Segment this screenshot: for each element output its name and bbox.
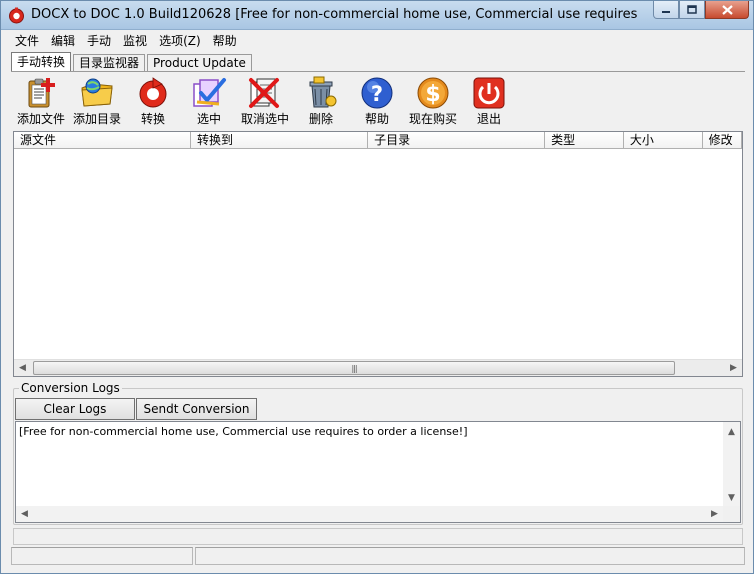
select-button[interactable]: 选中 [181, 76, 237, 130]
help-icon: ? [361, 77, 393, 109]
app-logo-icon [9, 7, 24, 24]
column-convert-to[interactable]: 转换到 [191, 132, 369, 149]
title-bar[interactable]: DOCX to DOC 1.0 Build120628 [Free for no… [1, 1, 753, 30]
log-scroll-right-icon[interactable]: ▶ [706, 506, 723, 522]
minimize-icon [662, 10, 670, 13]
file-list-header: 源文件 转换到 子目录 类型 大小 修改 [14, 132, 742, 149]
convert-label: 转换 [140, 112, 165, 126]
delete-label: 删除 [308, 112, 333, 126]
log-text: [Free for non-commercial home use, Comme… [19, 425, 468, 438]
tab-divider [11, 71, 745, 72]
add-folder-button[interactable]: 添加目录 [69, 76, 125, 130]
menu-help[interactable]: 帮助 [207, 31, 243, 51]
log-scroll-left-icon[interactable]: ◀ [16, 506, 33, 522]
select-label: 选中 [196, 112, 221, 126]
tab-folder-monitor[interactable]: 目录监视器 [73, 54, 146, 72]
send-conversion-errors-button[interactable]: Sendt Conversion Errors [136, 398, 257, 436]
minimize-button[interactable] [653, 1, 679, 19]
log-vscrollbar[interactable]: ▲ ▼ [723, 422, 740, 507]
add-folder-label: 添加目录 [72, 112, 121, 126]
clear-logs-button[interactable]: Clear Logs [15, 398, 135, 420]
add-file-button[interactable]: 添加文件 [13, 76, 69, 130]
scroll-up-icon[interactable]: ▲ [723, 424, 740, 440]
exit-button[interactable]: 退出 [461, 76, 517, 130]
column-source-file[interactable]: 源文件 [14, 132, 192, 149]
maximize-button[interactable] [679, 1, 705, 19]
buy-now-icon: $ [417, 77, 449, 109]
file-list[interactable]: 源文件 转换到 子目录 类型 大小 修改 ◀ ||| ▶ [13, 131, 743, 377]
conversion-logs-legend: Conversion Logs [19, 381, 122, 395]
file-list-scroll-thumb[interactable]: ||| [33, 361, 675, 375]
scroll-corner [723, 506, 740, 522]
file-list-hscrollbar[interactable]: ◀ ||| ▶ [14, 359, 742, 376]
column-type[interactable]: 类型 [545, 132, 624, 149]
menu-edit[interactable]: 编辑 [45, 31, 81, 51]
add-folder-icon [81, 78, 113, 107]
convert-button[interactable]: 转换 [125, 76, 181, 130]
buy-now-label: 现在购买 [408, 112, 457, 126]
menu-manual[interactable]: 手动 [81, 31, 117, 51]
svg-text:?: ? [371, 82, 383, 106]
toolbar: 添加文件 添加目录 转换 选中 取消选中 删除 ? 帮助 $ 现在购买 退出 [13, 76, 517, 130]
status-cell-right [195, 547, 745, 565]
close-button[interactable] [705, 1, 749, 19]
deselect-icon [249, 78, 279, 108]
scroll-down-icon[interactable]: ▼ [723, 490, 740, 506]
log-hscrollbar[interactable]: ◀ ▶ [16, 506, 723, 522]
log-textarea[interactable]: [Free for non-commercial home use, Comme… [15, 421, 741, 523]
menu-file[interactable]: 文件 [9, 31, 45, 51]
exit-icon [473, 77, 505, 109]
help-button[interactable]: ? 帮助 [349, 76, 405, 130]
tab-product-update[interactable]: Product Update [147, 54, 252, 72]
maximize-icon [687, 5, 697, 14]
window-title: DOCX to DOC 1.0 Build120628 [Free for no… [31, 7, 641, 22]
tab-manual-convert[interactable]: 手动转换 [11, 52, 72, 72]
delete-button[interactable]: 删除 [293, 76, 349, 130]
add-file-label: 添加文件 [16, 112, 65, 126]
info-panel [13, 528, 743, 545]
menu-bar: 文件 编辑 手动 监视 选项(Z) 帮助 [9, 31, 745, 51]
buy-now-button[interactable]: $ 现在购买 [405, 76, 461, 130]
svg-text:$: $ [425, 82, 440, 107]
scroll-right-icon[interactable]: ▶ [725, 360, 742, 376]
window-controls [653, 1, 749, 20]
menu-monitor[interactable]: 监视 [117, 31, 153, 51]
column-subdirectory[interactable]: 子目录 [368, 132, 546, 149]
deselect-label: 取消选中 [240, 112, 289, 126]
grip-icon: ||| [351, 364, 357, 373]
exit-label: 退出 [476, 112, 501, 126]
app-window: DOCX to DOC 1.0 Build120628 [Free for no… [0, 0, 754, 574]
column-size[interactable]: 大小 [623, 132, 703, 149]
scroll-left-icon[interactable]: ◀ [14, 360, 31, 376]
status-cell-left [11, 547, 193, 565]
add-file-icon [28, 78, 55, 108]
deselect-button[interactable]: 取消选中 [237, 76, 293, 130]
delete-icon [309, 76, 337, 108]
column-modified[interactable]: 修改 [702, 132, 742, 149]
convert-icon [139, 77, 167, 108]
close-icon [721, 4, 733, 15]
menu-options[interactable]: 选项(Z) [153, 31, 207, 51]
status-bar [11, 547, 745, 565]
help-label: 帮助 [364, 112, 389, 126]
tab-strip: 手动转换 目录监视器 Product Update [11, 52, 254, 72]
select-icon [193, 78, 226, 107]
